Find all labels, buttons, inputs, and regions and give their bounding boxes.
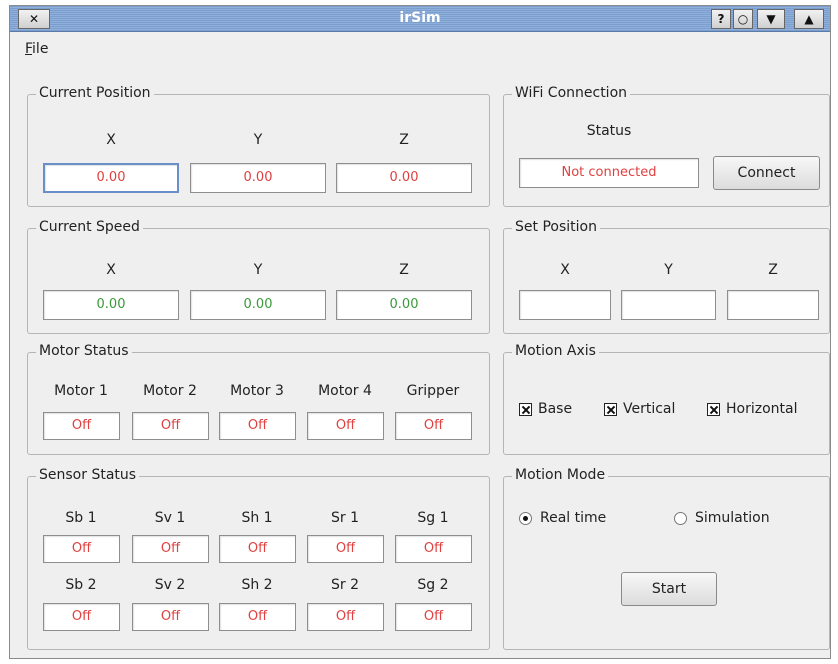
current-speed-z-label: Z bbox=[399, 262, 409, 278]
motor-4-label: Motor 4 bbox=[318, 383, 372, 399]
sv2-status[interactable]: Off bbox=[132, 603, 209, 631]
real-time-radio-icon bbox=[519, 511, 532, 525]
real-time-label: Real time bbox=[540, 510, 607, 526]
current-speed-title: Current Speed bbox=[36, 219, 143, 235]
current-position-x-field[interactable]: 0.00 bbox=[43, 163, 179, 193]
sg2-label: Sg 2 bbox=[417, 577, 449, 593]
current-position-group: Current Position X Y Z 0.00 0.00 0.00 bbox=[27, 85, 490, 207]
motor-1-status[interactable]: Off bbox=[43, 412, 120, 440]
current-speed-y-label: Y bbox=[253, 262, 263, 278]
motor-2-label: Motor 2 bbox=[143, 383, 197, 399]
connect-button[interactable]: Connect bbox=[713, 156, 820, 190]
shade-icon[interactable]: ○ bbox=[733, 9, 753, 29]
set-position-x-label: X bbox=[560, 262, 570, 278]
current-position-x-label: X bbox=[106, 132, 116, 148]
irsim-window: ✕ irSim ? ○ ▼ ▲ File Current Position X … bbox=[9, 5, 831, 659]
motor-1-label: Motor 1 bbox=[54, 383, 108, 399]
motion-mode-group: Motion Mode Real time Simulation Start bbox=[503, 467, 830, 650]
horizontal-check-icon bbox=[707, 402, 720, 416]
set-position-x-input[interactable] bbox=[519, 290, 611, 320]
motor-status-title: Motor Status bbox=[36, 343, 132, 359]
current-position-z-label: Z bbox=[399, 132, 409, 148]
set-position-z-input[interactable] bbox=[727, 290, 819, 320]
vertical-label: Vertical bbox=[623, 401, 676, 417]
current-speed-group: Current Speed X Y Z 0.00 0.00 0.00 bbox=[27, 219, 490, 334]
maximize-icon[interactable]: ▲ bbox=[794, 9, 824, 29]
base-label: Base bbox=[538, 401, 573, 417]
sb2-status[interactable]: Off bbox=[43, 603, 120, 631]
set-position-group: Set Position X Y Z bbox=[503, 219, 830, 334]
current-speed-x-label: X bbox=[106, 262, 116, 278]
horizontal-checkbox[interactable]: Horizontal bbox=[707, 401, 797, 417]
simulation-radio[interactable]: Simulation bbox=[674, 510, 770, 526]
motor-status-group: Motor Status Motor 1 Motor 2 Motor 3 Mot… bbox=[27, 343, 490, 455]
sh2-label: Sh 2 bbox=[241, 577, 273, 593]
sh1-label: Sh 1 bbox=[241, 510, 273, 526]
sg2-status[interactable]: Off bbox=[395, 603, 472, 631]
sv1-status[interactable]: Off bbox=[132, 535, 209, 563]
current-position-y-field[interactable]: 0.00 bbox=[190, 163, 326, 193]
base-checkbox[interactable]: Base bbox=[519, 401, 572, 417]
sr2-status[interactable]: Off bbox=[307, 603, 384, 631]
sv2-label: Sv 2 bbox=[154, 577, 186, 593]
window-title: irSim bbox=[399, 10, 441, 26]
current-speed-y-field[interactable]: 0.00 bbox=[190, 290, 326, 320]
help-icon[interactable]: ? bbox=[711, 9, 731, 29]
simulation-label: Simulation bbox=[695, 510, 770, 526]
minimize-icon[interactable]: ▼ bbox=[757, 9, 785, 29]
motion-axis-group: Motion Axis Base Vertical Horizontal bbox=[503, 343, 830, 455]
real-time-radio[interactable]: Real time bbox=[519, 510, 606, 526]
current-position-z-field[interactable]: 0.00 bbox=[336, 163, 472, 193]
menu-file-mnemonic: F bbox=[25, 41, 33, 57]
motor-2-status[interactable]: Off bbox=[132, 412, 209, 440]
horizontal-label: Horizontal bbox=[726, 401, 798, 417]
set-position-y-input[interactable] bbox=[621, 290, 716, 320]
motion-axis-title: Motion Axis bbox=[512, 343, 599, 359]
sb1-status[interactable]: Off bbox=[43, 535, 120, 563]
start-button[interactable]: Start bbox=[621, 572, 717, 606]
wifi-status-label: Status bbox=[586, 123, 632, 139]
motor-3-status[interactable]: Off bbox=[219, 412, 296, 440]
vertical-checkbox[interactable]: Vertical bbox=[604, 401, 675, 417]
gripper-label: Gripper bbox=[406, 383, 460, 399]
set-position-y-label: Y bbox=[664, 262, 673, 278]
set-position-z-label: Z bbox=[768, 262, 778, 278]
wifi-status-field[interactable]: Not connected bbox=[519, 158, 699, 188]
current-position-y-label: Y bbox=[253, 132, 263, 148]
current-speed-x-field[interactable]: 0.00 bbox=[43, 290, 179, 320]
sensor-status-group: Sensor Status Sb 1 Sv 1 Sh 1 Sr 1 Sg 1 O… bbox=[27, 467, 490, 650]
sr1-status[interactable]: Off bbox=[307, 535, 384, 563]
sb1-label: Sb 1 bbox=[65, 510, 97, 526]
sr1-label: Sr 1 bbox=[331, 510, 359, 526]
sh1-status[interactable]: Off bbox=[219, 535, 296, 563]
menu-file[interactable]: File bbox=[25, 41, 48, 57]
menu-bar: File bbox=[10, 33, 830, 61]
simulation-radio-icon bbox=[674, 511, 687, 525]
sensor-status-title: Sensor Status bbox=[36, 467, 140, 483]
sb2-label: Sb 2 bbox=[65, 577, 97, 593]
motor-3-label: Motor 3 bbox=[230, 383, 284, 399]
sh2-status[interactable]: Off bbox=[219, 603, 296, 631]
current-speed-z-field[interactable]: 0.00 bbox=[336, 290, 472, 320]
base-check-icon bbox=[519, 402, 532, 416]
menu-file-label: ile bbox=[32, 41, 49, 57]
sv1-label: Sv 1 bbox=[154, 510, 186, 526]
sg1-status[interactable]: Off bbox=[395, 535, 472, 563]
motion-mode-title: Motion Mode bbox=[512, 467, 609, 483]
gripper-status[interactable]: Off bbox=[395, 412, 472, 440]
wifi-connection-title: WiFi Connection bbox=[512, 85, 631, 101]
sg1-label: Sg 1 bbox=[417, 510, 449, 526]
motor-4-status[interactable]: Off bbox=[307, 412, 384, 440]
set-position-title: Set Position bbox=[512, 219, 600, 235]
title-bar[interactable]: ✕ irSim ? ○ ▼ ▲ bbox=[10, 6, 830, 32]
vertical-check-icon bbox=[604, 402, 617, 416]
sr2-label: Sr 2 bbox=[331, 577, 359, 593]
current-position-title: Current Position bbox=[36, 85, 154, 101]
wifi-connection-group: WiFi Connection Status Not connected Con… bbox=[503, 85, 830, 207]
